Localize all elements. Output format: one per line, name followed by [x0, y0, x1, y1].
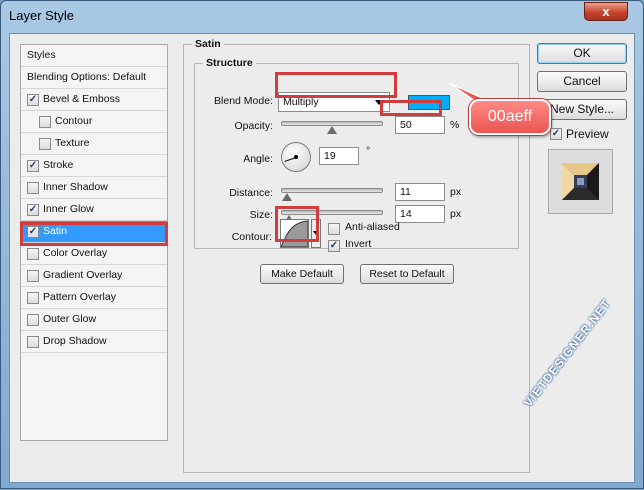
color-callout: 00aeff [469, 99, 551, 135]
layer-style-dialog: Layer Style x Styles Blending Options: D… [0, 0, 644, 489]
callout-connector [448, 82, 490, 102]
